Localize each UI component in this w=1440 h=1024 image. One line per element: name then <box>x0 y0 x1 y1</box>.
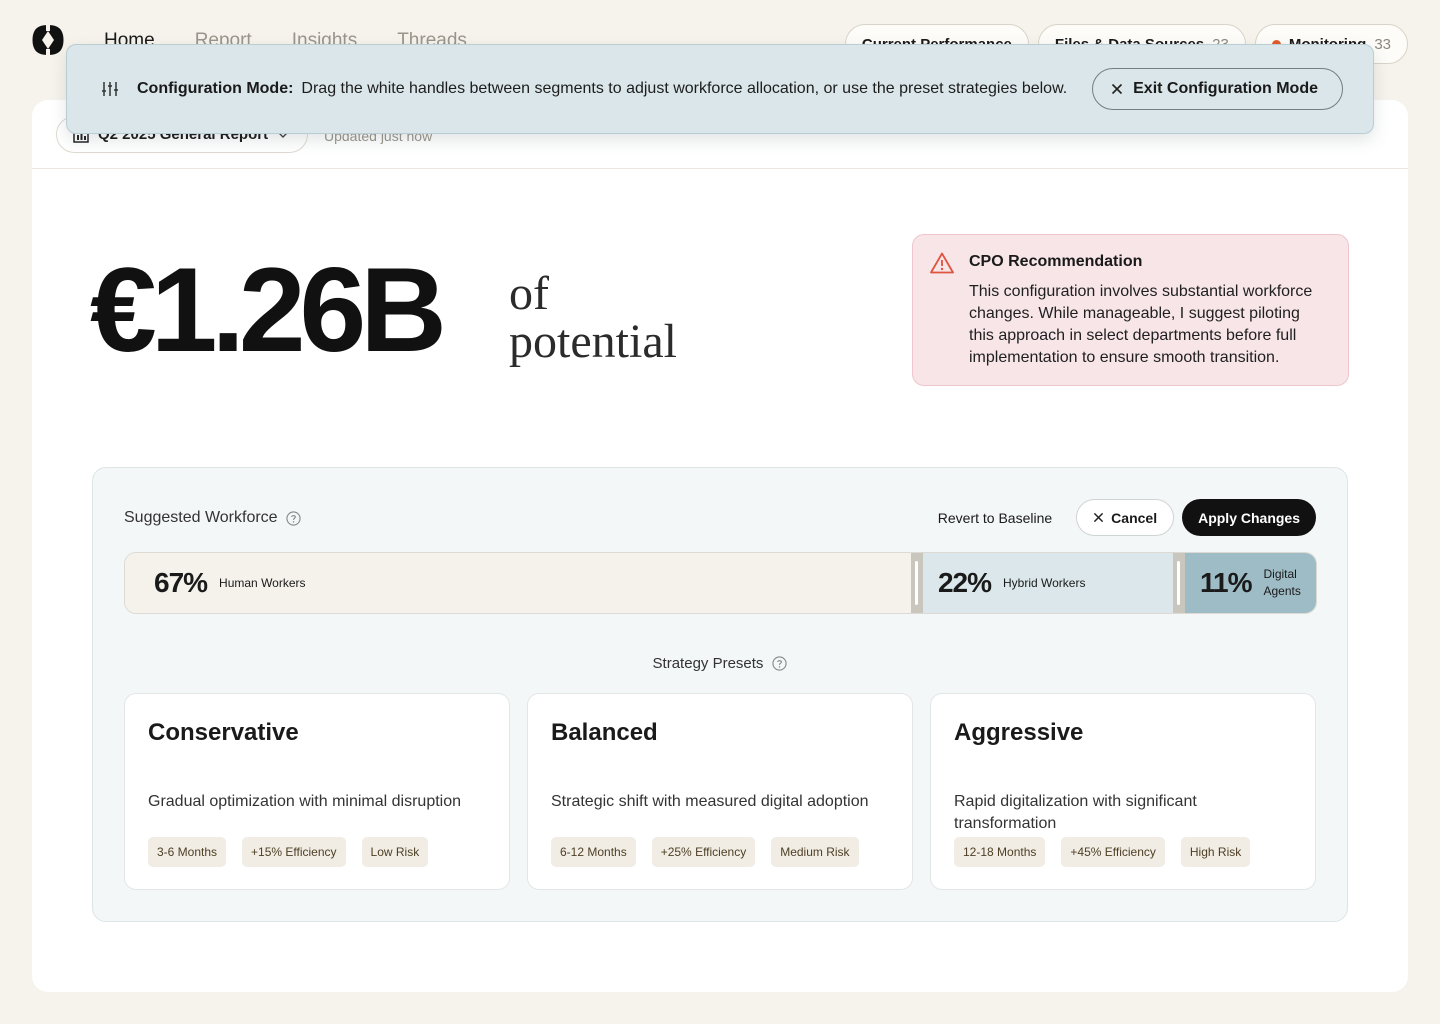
close-icon <box>1112 83 1123 95</box>
preset-name: Balanced <box>551 719 658 746</box>
hybrid-workers-segment: 22% Hybrid Workers <box>922 553 1185 613</box>
cpo-title: CPO Recommendation <box>969 253 1143 270</box>
preset-duration-tag: 12-18 Months <box>954 837 1046 867</box>
suggested-workforce-heading: Suggested Workforce <box>124 509 301 527</box>
preset-duration-tag: 6-12 Months <box>551 837 636 867</box>
help-icon[interactable] <box>772 656 788 671</box>
cancel-label: Cancel <box>1111 509 1158 526</box>
preset-card-aggressive[interactable]: Aggressive Rapid digitalization with sig… <box>930 693 1316 890</box>
digital-agents-label-line-1: Digital <box>1263 567 1297 581</box>
help-icon[interactable] <box>285 510 301 526</box>
suggested-workforce-panel: Suggested Workforce Revert to Baseline C… <box>92 467 1348 922</box>
hybrid-workers-percent: 22% <box>937 567 992 598</box>
human-workers-label: Human Workers <box>219 575 306 590</box>
apply-changes-button[interactable]: Apply Changes <box>1182 499 1316 536</box>
close-icon <box>1094 512 1104 523</box>
preset-efficiency-tag: +45% Efficiency <box>1061 837 1165 867</box>
preset-efficiency-tag: +15% Efficiency <box>242 837 346 867</box>
warning-icon <box>930 252 954 274</box>
preset-risk-tag: Medium Risk <box>771 837 859 867</box>
configuration-mode-banner: Configuration Mode: Drag the white handl… <box>66 44 1374 134</box>
strategy-presets-title: Strategy Presets <box>652 655 764 672</box>
monitoring-count: 33 <box>1374 35 1391 53</box>
preset-card-balanced[interactable]: Balanced Strategic shift with measured d… <box>527 693 913 890</box>
digital-agents-percent: 11% <box>1199 567 1252 598</box>
exit-configuration-button[interactable]: Exit Configuration Mode <box>1092 68 1343 110</box>
hybrid-digital-drag-handle[interactable] <box>1172 553 1185 613</box>
potential-value: €1.26B <box>90 243 447 377</box>
configuration-mode-text: Drag the white handles between segments … <box>301 80 1068 97</box>
strategy-presets-heading: Strategy Presets <box>93 655 1347 672</box>
preset-card-conservative[interactable]: Conservative Gradual optimization with m… <box>124 693 510 890</box>
configuration-mode-title: Configuration Mode: <box>137 80 294 97</box>
human-hybrid-drag-handle[interactable] <box>910 553 923 613</box>
preset-risk-tag: Low Risk <box>361 837 429 867</box>
preset-name: Conservative <box>148 719 299 746</box>
workforce-actions: Revert to Baseline Cancel Apply Changes <box>922 499 1316 536</box>
potential-caption: of potential <box>509 270 709 366</box>
preset-name: Aggressive <box>954 719 1084 746</box>
preset-tags: 12-18 Months +45% Efficiency High Risk <box>954 837 1251 867</box>
preset-efficiency-tag: +25% Efficiency <box>651 837 756 867</box>
hybrid-workers-label: Hybrid Workers <box>1003 575 1086 590</box>
exit-configuration-label: Exit Configuration Mode <box>1133 80 1318 97</box>
workforce-allocation-bar: 67% Human Workers 22% Hybrid Workers 11%… <box>124 552 1317 614</box>
preset-tags: 6-12 Months +25% Efficiency Medium Risk <box>551 837 859 867</box>
brand-logo-icon[interactable] <box>32 24 64 56</box>
preset-tags: 3-6 Months +15% Efficiency Low Risk <box>148 837 429 867</box>
cpo-text: This configuration involves substantial … <box>969 283 1313 366</box>
cpo-recommendation: CPO Recommendation This configuration in… <box>912 234 1349 386</box>
potential-caption-line-1: of <box>509 267 549 320</box>
sliders-icon <box>102 82 118 96</box>
potential-caption-line-2: potential <box>509 315 677 368</box>
human-workers-percent: 67% <box>154 567 208 598</box>
cancel-button[interactable]: Cancel <box>1076 499 1175 536</box>
digital-agents-label: Digital Agents <box>1263 566 1300 600</box>
preset-duration-tag: 3-6 Months <box>148 837 227 867</box>
human-workers-segment: 67% Human Workers <box>125 553 923 613</box>
digital-agents-segment: 11% Digital Agents <box>1184 553 1316 613</box>
revert-to-baseline-button[interactable]: Revert to Baseline <box>922 510 1068 526</box>
digital-agents-label-line-2: Agents <box>1263 584 1301 598</box>
preset-risk-tag: High Risk <box>1180 837 1251 867</box>
suggested-workforce-title: Suggested Workforce <box>124 509 278 526</box>
